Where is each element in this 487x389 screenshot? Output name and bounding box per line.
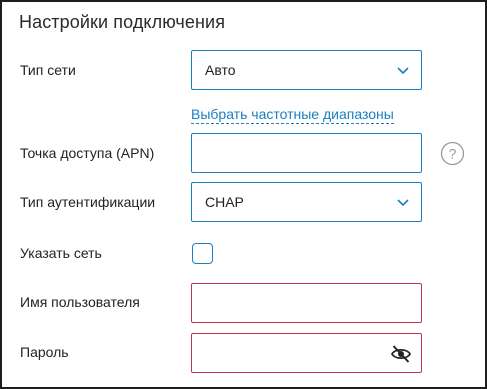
auth-type-select[interactable]: CHAP xyxy=(191,182,422,222)
network-type-label: Тип сети xyxy=(20,62,76,78)
chevron-down-icon xyxy=(397,67,409,75)
auth-type-value: CHAP xyxy=(205,194,244,210)
password-label: Пароль xyxy=(20,344,69,360)
select-frequency-bands-link[interactable]: Выбрать частотные диапазоны xyxy=(191,106,394,124)
chevron-down-icon xyxy=(397,199,409,207)
question-circle-icon[interactable]: ? xyxy=(440,141,465,166)
network-type-value: Авто xyxy=(205,62,236,78)
specify-network-label: Указать сеть xyxy=(20,245,102,261)
password-input[interactable] xyxy=(191,333,422,373)
username-input[interactable] xyxy=(191,283,422,323)
apn-input[interactable] xyxy=(191,133,422,173)
username-label: Имя пользователя xyxy=(20,294,140,310)
svg-text:?: ? xyxy=(449,146,457,162)
specify-network-checkbox[interactable] xyxy=(192,243,213,264)
connection-settings-panel: Настройки подключения Тип сети Авто Выбр… xyxy=(0,0,487,389)
auth-type-label: Тип аутентификации xyxy=(20,194,156,210)
eye-off-icon[interactable] xyxy=(390,344,412,364)
section-title: Настройки подключения xyxy=(19,12,226,32)
network-type-select[interactable]: Авто xyxy=(191,50,422,90)
apn-label: Точка доступа (APN) xyxy=(20,145,155,161)
